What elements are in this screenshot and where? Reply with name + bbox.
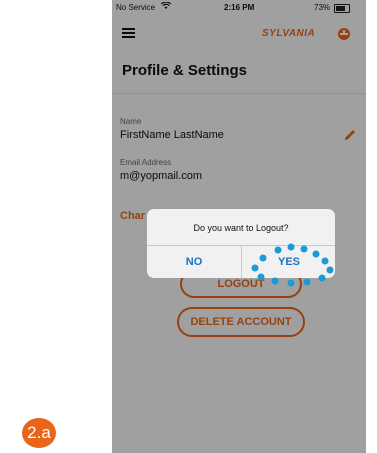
- phone-screen: No Service 2:16 PM 73% SYLVANIA Profile …: [112, 0, 366, 453]
- step-badge: 2.a: [22, 418, 56, 448]
- dialog-no-button[interactable]: NO: [147, 246, 241, 278]
- dialog-message: Do you want to Logout?: [193, 223, 289, 233]
- logout-confirm-dialog: Do you want to Logout? NO YES: [147, 209, 335, 278]
- dialog-yes-button[interactable]: YES: [242, 246, 335, 278]
